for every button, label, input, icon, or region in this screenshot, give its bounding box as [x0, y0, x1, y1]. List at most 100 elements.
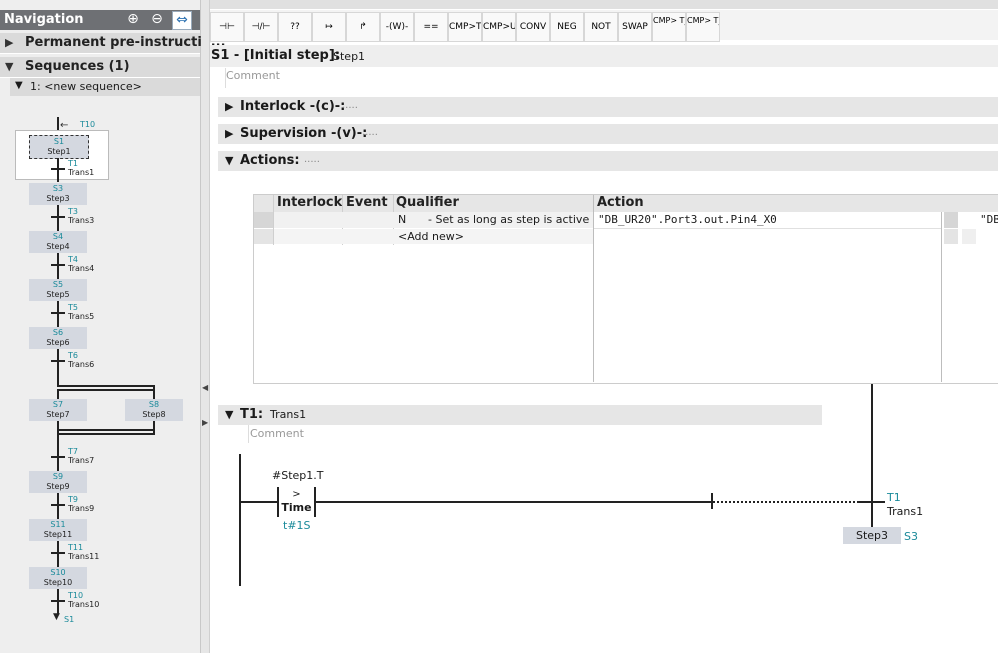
seq-transition-bar: [51, 216, 65, 218]
step-comment-field[interactable]: Comment: [225, 68, 998, 88]
section-interlock-label: Interlock -(c)-:: [240, 99, 346, 114]
seq-transition-bar: [51, 552, 65, 554]
not-button[interactable]: NOT: [584, 12, 618, 42]
compare-parameter[interactable]: t#1S: [283, 519, 311, 532]
open-branch-button[interactable]: ↦: [312, 12, 346, 42]
sequence-item[interactable]: ▼ 1: <new sequence>: [10, 78, 200, 96]
seq-transition-bar: [51, 600, 65, 602]
seq-step-s3[interactable]: S3 Step3: [29, 183, 87, 205]
seq-step-s8[interactable]: S8 Step8: [125, 399, 183, 421]
compare-button[interactable]: ==: [414, 12, 448, 42]
compare-operand[interactable]: #Step1.T: [272, 469, 323, 482]
right-row-cell[interactable]: [962, 229, 976, 244]
next-step-box[interactable]: Step3: [843, 527, 901, 544]
seq-branch-line: [57, 389, 155, 391]
seq-transition-t3[interactable]: T3 Trans3: [68, 207, 94, 225]
right-row-selector[interactable]: [944, 212, 958, 228]
seq-line: [57, 541, 59, 567]
transition-header[interactable]: ▼ T1: Trans1: [218, 405, 822, 425]
section-interlock[interactable]: ▶ Interlock -(c)-: .....: [218, 97, 998, 117]
seq-step-s5[interactable]: S5 Step5: [29, 279, 87, 301]
seq-step-s1[interactable]: S1 Step1: [29, 135, 89, 159]
zoom-out-icon[interactable]: ⊖: [148, 11, 166, 28]
step-comment-text: Comment: [226, 69, 280, 82]
row-selector[interactable]: [254, 212, 273, 228]
fit-icon[interactable]: ⇔: [172, 11, 192, 30]
nav-sequences[interactable]: ▼ Sequences (1): [0, 57, 200, 78]
seq-transition-bar: [51, 312, 65, 314]
seq-line: [57, 205, 59, 231]
seq-step-s11[interactable]: S11 Step11: [29, 519, 87, 541]
seq-transition-bar: [51, 168, 65, 170]
no-contact-button[interactable]: ⊣⊢: [210, 12, 244, 42]
qualifier-code[interactable]: N: [398, 213, 406, 226]
compare-time-box[interactable]: > Time: [279, 487, 314, 517]
dotted-wire: [713, 501, 859, 503]
seq-line: [153, 385, 155, 399]
collapse-left-icon[interactable]: ◀: [202, 383, 208, 392]
close-branch-button[interactable]: ↱: [346, 12, 380, 42]
right-action-value[interactable]: "DB: [980, 213, 998, 226]
seq-transition-t1[interactable]: T1 Trans1: [68, 159, 94, 177]
cmp-t-max-button[interactable]: CMP> T_MAX: [652, 12, 686, 42]
chevron-right-icon: ▶: [225, 100, 234, 113]
seq-line: [57, 433, 59, 471]
seq-transition-t5[interactable]: T5 Trans5: [68, 303, 94, 321]
seq-step-s4[interactable]: S4 Step4: [29, 231, 87, 253]
seq-transition-bar: [51, 264, 65, 266]
zoom-in-icon[interactable]: ⊕: [124, 11, 142, 28]
nav-permanent-label: Permanent pre-instructio...: [25, 35, 226, 50]
warning-coil-button[interactable]: -(W)-: [380, 12, 414, 42]
cmp-t-warn-button[interactable]: CMP> T_WARN: [686, 12, 720, 42]
seq-transition-t6[interactable]: T6 Trans6: [68, 351, 94, 369]
add-new-action[interactable]: <Add new>: [398, 230, 464, 243]
panel-splitter[interactable]: [201, 0, 210, 653]
coil-transition-number: T1: [887, 491, 901, 504]
nav-sequences-label: Sequences (1): [25, 59, 130, 74]
cmp-t-button[interactable]: CMP>T: [448, 12, 482, 42]
seq-line: [57, 301, 59, 327]
conv-button[interactable]: CONV: [516, 12, 550, 42]
section-actions-dots: .....: [304, 154, 320, 165]
chevron-down-icon: ▼: [225, 408, 234, 421]
sequence-item-label: 1: <new sequence>: [30, 80, 142, 93]
cmp-u-button[interactable]: CMP>U: [482, 12, 516, 42]
coil-transition-name: Trans1: [887, 505, 924, 518]
seq-transition-t7[interactable]: T7 Trans7: [68, 447, 94, 465]
seq-step-s7[interactable]: S7 Step7: [29, 399, 87, 421]
section-supervision[interactable]: ▶ Supervision -(v)-: .....: [218, 124, 998, 144]
col-qualifier[interactable]: Qualifier: [396, 195, 459, 210]
seq-end-target[interactable]: S1: [64, 615, 74, 624]
transition-comment-text: Comment: [250, 427, 304, 440]
swap-button[interactable]: SWAP: [618, 12, 652, 42]
row-selector[interactable]: [254, 229, 273, 244]
seq-transition-t9[interactable]: T9 Trans9: [68, 495, 94, 513]
seq-transition-t11[interactable]: T11 Trans11: [68, 543, 99, 561]
seq-step-s9[interactable]: S9 Step9: [29, 471, 87, 493]
seq-step-s6[interactable]: S6 Step6: [29, 327, 87, 349]
nav-permanent-pre-instructions[interactable]: ▶ Permanent pre-instructio...: [0, 33, 226, 54]
chevron-right-icon: ▶: [5, 36, 14, 49]
section-supervision-dots: .....: [362, 127, 378, 138]
neg-button[interactable]: NEG: [550, 12, 584, 42]
col-interlock[interactable]: Interlock: [277, 195, 342, 210]
compare-box-name: Time: [281, 501, 312, 514]
compare-symbol: >: [292, 489, 301, 500]
transition-name[interactable]: Trans1: [270, 408, 306, 421]
transition-number: T1:: [240, 407, 264, 422]
transition-comment-field[interactable]: Comment: [248, 425, 819, 443]
seq-step-s10[interactable]: S10 Step10: [29, 567, 87, 589]
seq-transition-bar: [51, 360, 65, 362]
step-header-name[interactable]: Step1: [333, 50, 365, 63]
empty-box-button[interactable]: ??: [278, 12, 312, 42]
expand-right-icon[interactable]: ▶: [202, 418, 208, 427]
seq-transition-t10[interactable]: T10 Trans10: [68, 591, 99, 609]
action-value[interactable]: "DB_UR20".Port3.out.Pin4_X0: [598, 213, 777, 226]
col-action[interactable]: Action: [597, 195, 644, 210]
nc-contact-button[interactable]: ⊣/⊢: [244, 12, 278, 42]
right-row-selector[interactable]: [944, 229, 958, 244]
section-supervision-label: Supervision -(v)-:: [240, 126, 368, 141]
col-event[interactable]: Event: [346, 195, 388, 210]
seq-transition-t4[interactable]: T4 Trans4: [68, 255, 94, 273]
section-actions[interactable]: ▼ Actions: .....: [218, 151, 998, 171]
